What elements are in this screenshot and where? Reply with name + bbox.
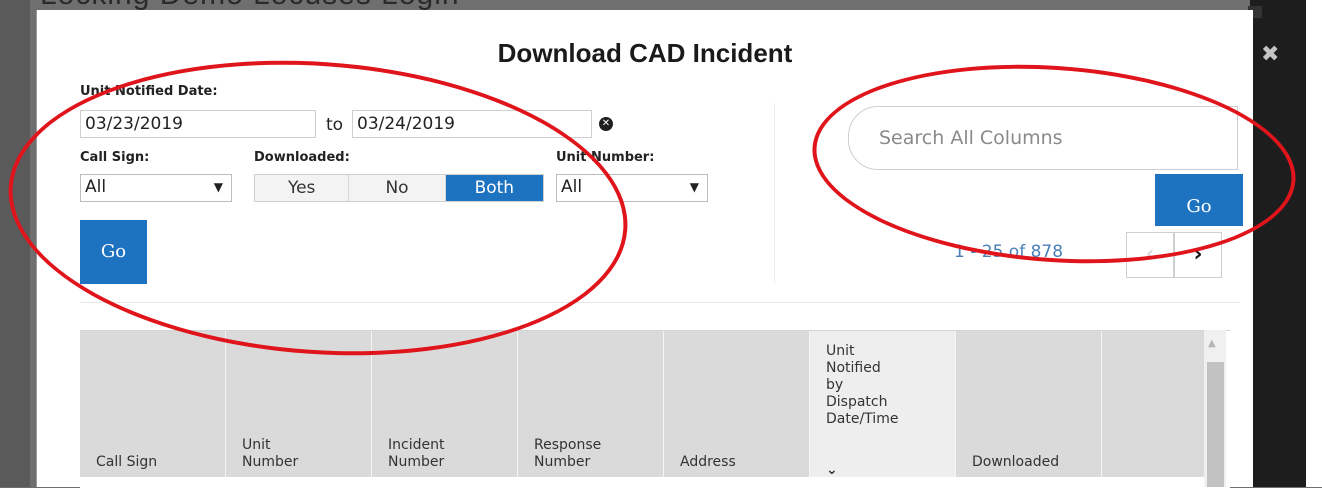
background-page-left <box>0 0 30 487</box>
column-header-extra <box>1102 331 1206 477</box>
column-header-response-number[interactable]: Response Number <box>518 331 664 477</box>
column-header-label: Unit Number <box>242 437 299 470</box>
incident-table: Call Sign Unit Number Incident Number Re… <box>80 330 1230 488</box>
chevron-down-icon: ⌄ <box>826 462 838 478</box>
column-header-label: Address <box>680 454 736 470</box>
section-divider <box>774 103 775 283</box>
column-header-downloaded[interactable]: Downloaded <box>956 331 1102 477</box>
column-header-label: Response Number <box>534 437 602 470</box>
column-header-unit-notified[interactable]: Unit Notified by Dispatch Date/Time ⌄ <box>810 331 956 478</box>
column-header-label: Unit Notified by Dispatch Date/Time <box>826 343 899 427</box>
close-icon[interactable]: ✖ <box>1261 42 1279 67</box>
scrollbar-thumb[interactable] <box>1207 362 1224 487</box>
column-header-label: Incident Number <box>388 437 445 470</box>
caret-down-icon: ▼ <box>689 180 699 194</box>
column-header-address[interactable]: Address <box>664 331 810 477</box>
clear-date-icon[interactable]: ✕ <box>599 117 613 131</box>
column-header-label: Call Sign <box>96 454 158 470</box>
column-header-label: Downloaded <box>972 454 1060 470</box>
column-header-call-sign[interactable]: Call Sign <box>80 331 226 477</box>
background-page-edge <box>1306 0 1322 487</box>
scroll-up-icon[interactable]: ▲ <box>1208 338 1216 349</box>
